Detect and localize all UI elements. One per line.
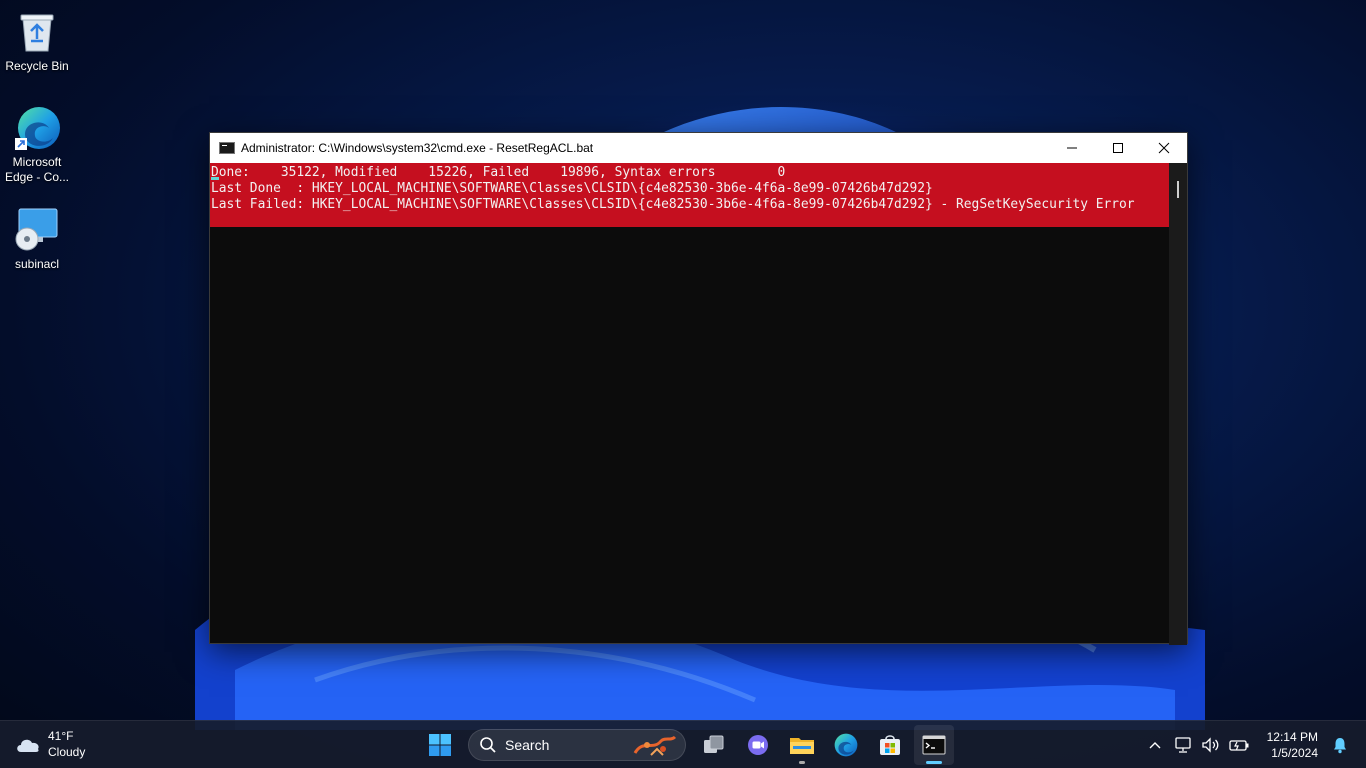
search-highlight-icon — [633, 735, 677, 756]
running-indicator — [799, 761, 805, 764]
show-hidden-icons-button[interactable] — [1143, 733, 1167, 757]
console-line: Last Failed: HKEY_LOCAL_MACHINE\SOFTWARE… — [211, 197, 1135, 212]
bell-icon — [1334, 738, 1346, 754]
network-button[interactable] — [1171, 733, 1195, 757]
system-tray: 12:14 PM 1/5/2024 — [1141, 721, 1366, 768]
console-line: Done: 35122, Modified 15226, Failed 1989… — [211, 165, 786, 180]
search-icon — [480, 737, 496, 753]
task-view-button[interactable] — [694, 725, 734, 765]
chevron-up-icon — [1149, 742, 1161, 749]
taskbar-app-store[interactable] — [870, 725, 910, 765]
desktop-icon-label: Recycle Bin — [5, 59, 69, 73]
weather-condition: Cloudy — [48, 745, 86, 759]
error-output-band: Done: 35122, Modified 15226, Failed 1989… — [210, 163, 1170, 227]
minimize-button[interactable] — [1049, 133, 1095, 163]
edge-icon — [834, 733, 858, 757]
maximize-icon — [1113, 143, 1123, 153]
console-line: Last Done : HKEY_LOCAL_MACHINE\SOFTWARE\… — [211, 181, 933, 196]
taskbar-app-edge[interactable] — [826, 725, 866, 765]
desktop-icon-recycle-bin[interactable]: Recycle Bin — [2, 8, 72, 74]
clock[interactable]: 12:14 PM 1/5/2024 — [1267, 729, 1318, 761]
weather-widget[interactable]: 41°F Cloudy — [14, 728, 85, 760]
title-bar[interactable]: Administrator: C:\Windows\system32\cmd.e… — [210, 133, 1187, 163]
desktop-icon-subinacl[interactable]: subinacl — [2, 206, 72, 272]
cloud-icon — [17, 739, 39, 752]
desktop-icon-edge[interactable]: Microsoft Edge - Co... — [2, 104, 72, 185]
file-explorer-icon — [790, 738, 814, 754]
notifications-button[interactable] — [1328, 733, 1352, 757]
desktop-icon-label: Microsoft Edge - Co... — [4, 155, 70, 184]
console-output[interactable]: Done: 35122, Modified 15226, Failed 1989… — [210, 163, 1170, 645]
taskbar: 41°F Cloudy Search 12:14 PM 1/5/2024 — [0, 720, 1366, 768]
chat-button[interactable] — [738, 725, 778, 765]
cmd-app-icon — [219, 142, 235, 154]
battery-icon — [1228, 740, 1249, 751]
scrollbar-thumb[interactable] — [1177, 181, 1179, 198]
close-button[interactable] — [1141, 133, 1187, 163]
chat-icon — [748, 735, 768, 755]
installer-icon — [13, 206, 61, 254]
taskbar-apps: Search — [420, 725, 954, 765]
taskbar-app-cmd[interactable] — [914, 725, 954, 765]
minimize-icon — [1067, 147, 1077, 149]
terminal-icon — [922, 735, 946, 755]
search-label: Search — [505, 737, 550, 753]
desktop-icon-label: subinacl — [14, 257, 60, 271]
battery-button[interactable] — [1227, 733, 1251, 757]
windows-logo-icon — [429, 734, 451, 756]
cmd-window[interactable]: Administrator: C:\Windows\system32\cmd.e… — [209, 132, 1188, 645]
weather-temp: 41°F — [48, 729, 74, 743]
close-icon — [1158, 142, 1170, 154]
volume-button[interactable] — [1199, 733, 1223, 757]
volume-icon — [1201, 737, 1219, 753]
taskbar-app-file-explorer[interactable] — [782, 725, 822, 765]
maximize-button[interactable] — [1095, 133, 1141, 163]
text-cursor — [211, 177, 219, 180]
recycle-bin-icon — [13, 8, 61, 56]
active-indicator — [926, 761, 942, 764]
task-view-icon — [704, 735, 724, 753]
window-title: Administrator: C:\Windows\system32\cmd.e… — [241, 141, 594, 155]
taskbar-search-box[interactable]: Search — [468, 729, 686, 761]
edge-icon — [13, 104, 61, 152]
network-icon — [1174, 737, 1191, 753]
start-button[interactable] — [420, 725, 460, 765]
store-icon — [880, 735, 900, 755]
clock-date: 1/5/2024 — [1271, 746, 1318, 760]
vertical-scrollbar[interactable] — [1169, 163, 1187, 645]
clock-time: 12:14 PM — [1266, 730, 1318, 744]
